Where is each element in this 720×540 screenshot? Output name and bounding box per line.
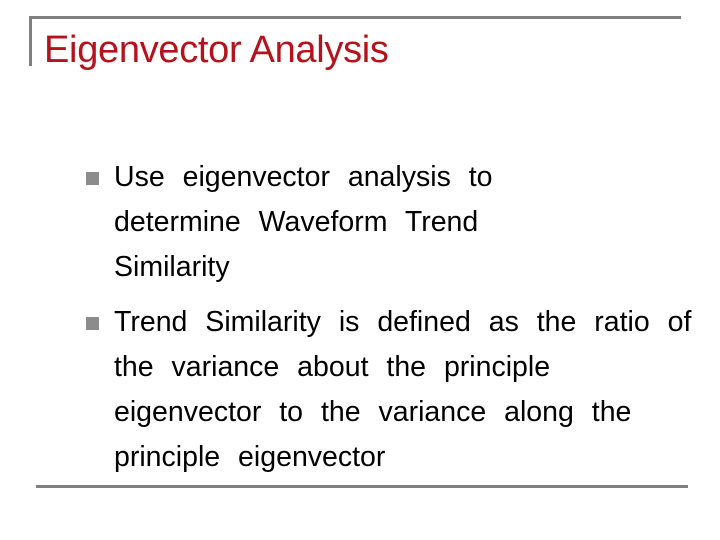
square-bullet-icon [86,172,99,185]
bullet-list: Use eigenvector analysis to determine Wa… [84,155,691,490]
bullet-text: Use eigenvector analysis to determine Wa… [114,161,493,283]
square-bullet-icon [86,317,99,330]
title-frame-top-border [29,16,681,19]
bullet-text: Trend Similarity is defined as the ratio… [114,306,692,473]
title-frame-left-border [29,16,32,66]
slide-title: Eigenvector Analysis [44,29,389,71]
footer-divider [36,485,688,488]
bullet-item: Trend Similarity is defined as the ratio… [84,300,714,480]
bullet-item: Use eigenvector analysis to determine Wa… [84,155,604,290]
